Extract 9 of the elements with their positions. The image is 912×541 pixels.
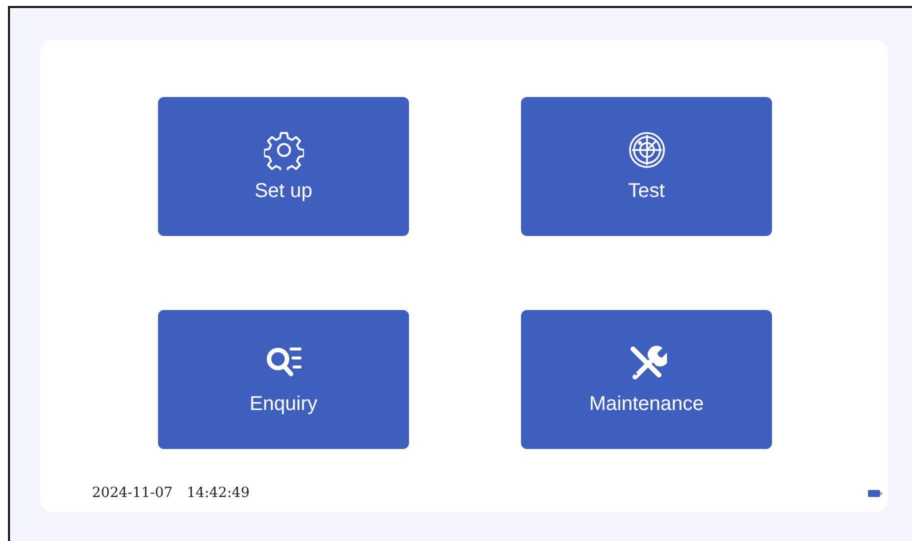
time-text: 14:42:49 [186, 485, 250, 501]
menu-tile[interactable]: Set up [158, 97, 409, 236]
menu-tile[interactable]: Enquiry [158, 310, 409, 449]
date-text: 2024-11-07 [92, 485, 173, 501]
menu-tile[interactable]: Maintenance [521, 310, 772, 449]
battery-icon [868, 490, 882, 496]
menu-tile[interactable]: Test [521, 97, 772, 236]
gear-icon [264, 130, 304, 170]
target-icon [626, 130, 666, 170]
